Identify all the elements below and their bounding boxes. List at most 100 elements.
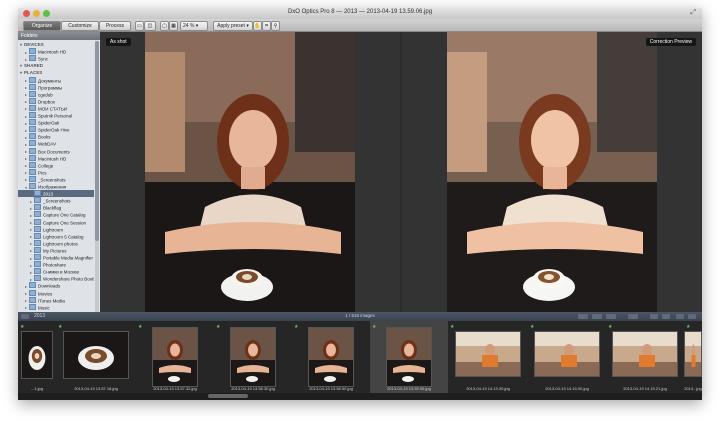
sidebar-section[interactable]: ▾ SHARED (18, 62, 94, 69)
sidebar-folder-item[interactable]: ▸ Box Documents (18, 147, 94, 155)
folder-icon (29, 154, 36, 161)
sidebar-item-label: Pics (38, 170, 47, 176)
filmstrip-scroll-thumb[interactable] (208, 394, 248, 398)
sidebar-folder-item[interactable]: ▸ _Screenshots (18, 175, 94, 183)
filmstrip-thumbnail[interactable]: ★ 2013-04-19 13.58.50.jpg (292, 321, 370, 393)
sidebar-folder-item[interactable]: ▸ Sync (18, 55, 94, 62)
sidebar-folder-item[interactable]: ▸ Movies (18, 289, 94, 297)
sidebar-folder-item[interactable]: ▸ Lightroom 5 Catalog (18, 232, 94, 240)
filter-button[interactable] (592, 314, 602, 319)
apply-preset-button[interactable]: Apply preset ▾ (213, 21, 253, 31)
sidebar-folder-item[interactable]: ▸ SpiderOak (18, 119, 94, 126)
thumbnail-image (684, 331, 702, 377)
sort-button[interactable] (578, 314, 588, 319)
sidebar-folder-item[interactable]: ▸ Music (18, 303, 94, 311)
sidebar-folder-item[interactable]: ▸ Macintosh HD (18, 154, 94, 162)
sidebar-folder-item[interactable]: ▸ College (18, 161, 94, 169)
correction-preview-pane[interactable]: Correction Preview (402, 32, 702, 312)
sidebar-folder-item[interactable]: ▸ Downloads (18, 282, 94, 289)
sidebar-folder-item[interactable]: ▸ My Pictures (18, 246, 94, 254)
sidebar-folder-item[interactable]: ▸ МОИ СТАТЬИ (18, 104, 94, 112)
rating-star-icon[interactable]: ★ (138, 324, 142, 330)
sidebar-folder-item[interactable]: ▾ Изображения (18, 183, 94, 190)
sidebar-item-label: Capture One Session (43, 220, 87, 225)
sidebar-folder-item[interactable]: ▸ SpiderOak Hive (18, 126, 94, 133)
rating-star-icon[interactable]: ★ (686, 324, 690, 330)
rating-star-icon[interactable]: ★ (294, 324, 298, 330)
sidebar-folder-item[interactable]: ▸ Portable Media Magnifier (18, 254, 94, 261)
tab-process[interactable]: Process (99, 21, 131, 31)
sidebar-folder-item[interactable]: ▸ Документы (18, 76, 94, 84)
sidebar-scroll-thumb[interactable] (95, 41, 99, 241)
sidebar-folder-item[interactable]: ▸ Blackflag (18, 204, 94, 211)
filmstrip-thumbnail[interactable]: ★ 2013-04-19 14.15.21.jpg (606, 321, 684, 393)
thumbnail-caption: ...1.jpg (30, 386, 43, 391)
image-viewer: As shot Correction Preview (100, 32, 702, 312)
rating-star-icon[interactable]: ★ (58, 324, 62, 330)
compare-view-button[interactable]: ◫ (144, 21, 156, 31)
sidebar-folder-item[interactable]: ▸ Macintosh HD (18, 48, 94, 55)
sidebar-folder-item[interactable]: ▸ Books (18, 133, 94, 140)
filmstrip-thumbnail[interactable]: ★ 2013-04-19 13.57.32.jpg (136, 321, 214, 393)
filmstrip-thumbnail[interactable]: ★ 2013-04-19 13.59.06.jpg (370, 321, 448, 393)
folder-icon (29, 175, 36, 182)
rotate-left-button[interactable] (650, 314, 658, 319)
filmstrip-thumbnail[interactable]: ★ 2013...jpg (684, 321, 702, 393)
sidebar-folder-item[interactable]: ▸ Снимки в Москве (18, 268, 94, 275)
rating-star-icon[interactable]: ★ (608, 324, 612, 330)
fit-view-button[interactable]: ▢ (160, 21, 169, 31)
sidebar-folder-item[interactable]: ▸ Sputnik Personal (18, 112, 94, 119)
grid-view-button[interactable]: ▦ (169, 21, 178, 31)
sidebar-folder-item[interactable]: ▸ 2013 (18, 190, 94, 198)
rating-filter-button[interactable] (606, 314, 616, 319)
sidebar-section[interactable]: ▾ DEVICES (18, 41, 94, 48)
tab-customize[interactable]: Customize (61, 21, 99, 31)
info-button[interactable] (688, 314, 696, 319)
rating-star-icon[interactable]: ★ (372, 324, 376, 330)
thumbnail-size-button[interactable] (628, 314, 638, 319)
crop-icon[interactable]: ⌗ (262, 21, 271, 31)
rating-star-icon[interactable]: ★ (450, 324, 454, 330)
rating-star-icon[interactable]: ★ (216, 324, 220, 330)
sidebar-scrollbar[interactable] (95, 41, 99, 312)
zoom-select[interactable]: 24 % ▾ (180, 21, 208, 31)
rotate-right-button[interactable] (662, 314, 670, 319)
filmstrip-thumbnail[interactable]: ★ 2013-04-19 13.58.30.jpg (214, 321, 292, 393)
sidebar-folder-item[interactable]: ▸ iTunes Media (18, 296, 94, 304)
as-shot-pane[interactable]: As shot (100, 32, 400, 312)
sidebar-folder-item[interactable]: ▸ Lightroom photos (18, 239, 94, 247)
sidebar-folder-item[interactable]: ▸ Capture One Catalog (18, 211, 94, 218)
filmstrip-thumbnail[interactable]: ★ 2013-04-19 14.15.00.jpg (528, 321, 606, 393)
hand-icon[interactable]: ✋ (253, 21, 262, 31)
filmstrip-scrollbar[interactable] (18, 393, 702, 400)
sidebar-section[interactable]: ▾ PLACES (18, 69, 94, 76)
sidebar-item-label: DEVICES (24, 42, 44, 47)
folder-icon (34, 261, 41, 268)
sidebar-folder-item[interactable]: ▸ Capture One Session (18, 218, 94, 226)
folder-icon (29, 147, 36, 154)
thumbnail-caption: 2013-04-19 13.58.30.jpg (231, 386, 275, 391)
tab-organize[interactable]: Organize (23, 21, 61, 31)
thumbnail-caption: 2013-04-19 13.57.32.jpg (153, 386, 197, 391)
filmstrip-thumbnail[interactable]: ★ 2013-04-19 14.13.30.jpg (448, 321, 528, 393)
rating-star-icon[interactable]: ★ (530, 324, 534, 330)
toolbar: Organize Customize Process ▭ ◫ ▢ ▦ 24 % … (18, 19, 702, 32)
sidebar-folder-item[interactable]: ▸ Pics (18, 168, 94, 176)
sidebar-folder-item[interactable]: ▸ WebDAV (18, 140, 94, 147)
zoom-icon[interactable]: ⚲ (271, 21, 280, 31)
sidebar-folder-item[interactable]: ▸ Dropbox (18, 97, 94, 105)
delete-button[interactable] (676, 314, 684, 319)
sidebar-folder-item[interactable]: ▸ Photoshare (18, 261, 94, 268)
sidebar-folder-item[interactable]: ▸ Lightroom (18, 225, 94, 233)
single-view-button[interactable]: ▭ (135, 21, 144, 31)
folder-icon (29, 76, 36, 83)
sidebar-folder-item[interactable]: ▸ Программы (18, 83, 94, 91)
sidebar-folder-item[interactable]: ▸ _Screenshots (18, 197, 94, 204)
rating-star-icon[interactable]: ★ (20, 324, 24, 330)
filmstrip-toolbar: 2013 1 / 615 images (18, 312, 702, 321)
filmstrip-thumbnail[interactable]: ★ ...1.jpg (18, 321, 56, 393)
sidebar-folder-item[interactable]: ▸ cgedub (18, 90, 94, 98)
expand-icon[interactable]: ⤢ (690, 9, 696, 17)
filmstrip-thumbnail[interactable]: ★ 2013-04-19 13.57.18.jpg (56, 321, 136, 393)
sidebar-folder-item[interactable]: ▸ Wondershare Photo Booth (18, 275, 94, 282)
